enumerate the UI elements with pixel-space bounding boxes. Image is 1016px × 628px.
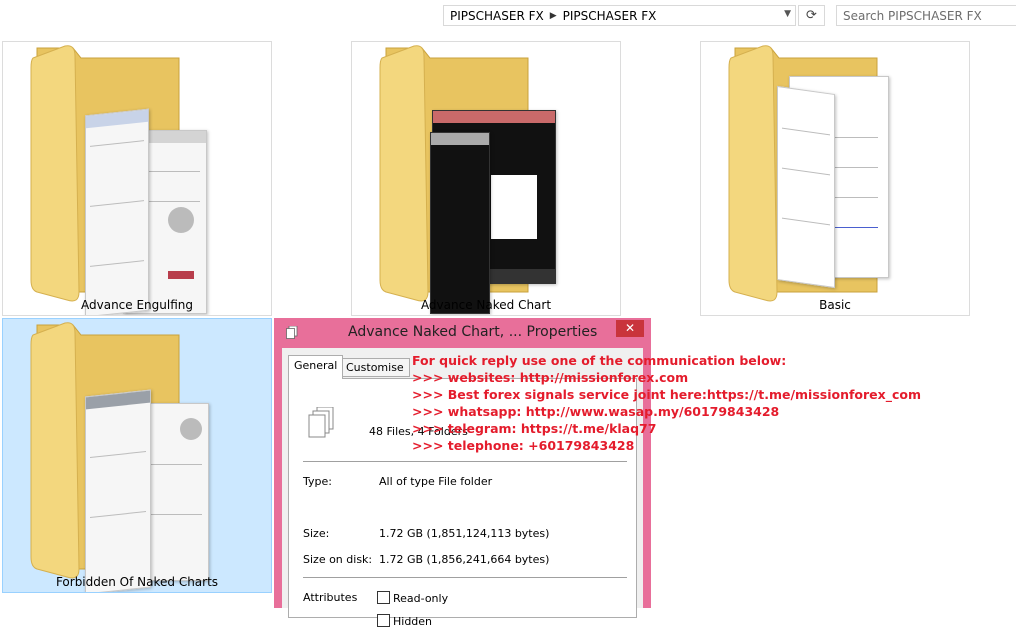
folder-label: Advance Engulfing xyxy=(81,298,193,312)
address-bar[interactable]: PIPSCHASER FX ▶ PIPSCHASER FX ▼ xyxy=(443,5,796,26)
preview-doc xyxy=(430,132,490,314)
refresh-icon: ⟳ xyxy=(806,8,817,23)
search-input[interactable] xyxy=(836,5,1016,26)
preview-doc xyxy=(777,85,835,289)
tab-customise[interactable]: Customise xyxy=(340,358,410,377)
overlay-line: >>> telegram: https://t.me/klaq77 xyxy=(412,421,657,436)
breadcrumb-item[interactable]: PIPSCHASER FX xyxy=(559,9,661,23)
size-label: Size: xyxy=(303,527,330,540)
divider xyxy=(303,577,627,578)
refresh-button[interactable]: ⟳ xyxy=(798,5,825,26)
breadcrumb-item[interactable]: PIPSCHASER FX xyxy=(446,9,548,23)
folder-label: Advance Naked Chart xyxy=(420,298,552,312)
close-button[interactable]: ✕ xyxy=(616,320,644,337)
type-value: All of type File folder xyxy=(379,475,493,488)
size-value: 1.72 GB (1,851,124,113 bytes) xyxy=(379,527,550,540)
properties-icon xyxy=(286,326,298,339)
preview-doc xyxy=(85,389,151,592)
close-icon: ✕ xyxy=(624,321,636,335)
size-on-disk-label: Size on disk: xyxy=(303,553,373,566)
folder-label: Forbidden Of Naked Charts xyxy=(55,575,219,589)
folder-advance-naked-chart[interactable]: Advance Naked Chart xyxy=(351,41,621,316)
read-only-label[interactable]: Read-only xyxy=(393,592,448,605)
read-only-checkbox[interactable] xyxy=(377,591,390,604)
overlay-line: For quick reply use one of the communica… xyxy=(412,353,787,368)
hidden-label: Hidden xyxy=(393,615,433,628)
toolbar: PIPSCHASER FX ▶ PIPSCHASER FX ▼ ⟳ xyxy=(0,0,1016,32)
size-on-disk-value: 1.72 GB (1,856,241,664 bytes) xyxy=(379,553,550,566)
overlay-line: >>> whatsapp: http://www.wasap.my/601798… xyxy=(412,404,780,419)
dialog-title: Advance Naked Chart, ... Properties xyxy=(348,324,598,340)
folder-advance-engulfing[interactable]: Advance Engulfing xyxy=(2,41,272,316)
files-icon xyxy=(308,407,334,438)
folder-forbidden-of-naked-charts[interactable]: Forbidden Of Naked Charts xyxy=(2,318,272,593)
hidden-checkbox[interactable] xyxy=(377,614,390,627)
overlay-line: >>> Best forex signals service joint her… xyxy=(412,387,921,402)
dialog-titlebar[interactable]: Advance Naked Chart, ... Properties ✕ xyxy=(274,318,651,348)
tab-general[interactable]: General xyxy=(288,355,344,379)
chevron-down-icon[interactable]: ▼ xyxy=(784,9,791,19)
overlay-line: >>> websites: http://missionforex.com xyxy=(412,370,689,385)
overlay-line: >>> telephone: +60179843428 xyxy=(412,438,635,453)
type-label: Type: xyxy=(303,475,332,488)
contact-overlay: For quick reply use one of the communica… xyxy=(412,352,921,454)
folder-basic[interactable]: Basic xyxy=(700,41,970,316)
chevron-right-icon[interactable]: ▶ xyxy=(548,11,559,21)
attributes-label: Attributes xyxy=(303,591,358,604)
folder-label: Basic xyxy=(819,298,851,312)
divider xyxy=(303,461,627,462)
preview-doc xyxy=(85,108,149,315)
